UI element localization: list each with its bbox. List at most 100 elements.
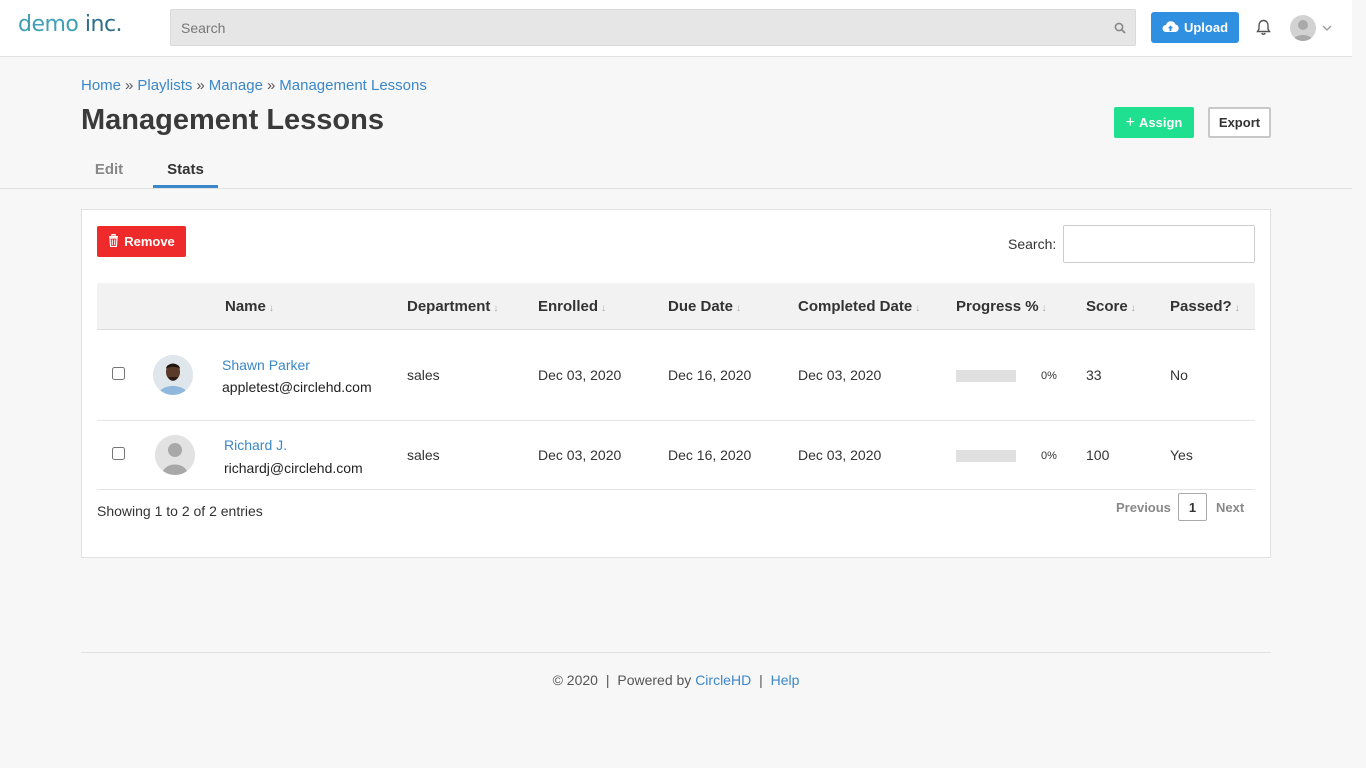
breadcrumb-separator: » xyxy=(266,77,276,94)
tab-stats[interactable]: Stats xyxy=(153,150,218,188)
passed-cell: No xyxy=(1170,367,1188,383)
sort-icon: ↓ xyxy=(1234,303,1240,314)
column-header-label: Name xyxy=(225,298,266,315)
logo-word-inc: inc. xyxy=(84,12,123,37)
column-header-enrolled[interactable]: Enrolled ↓ xyxy=(538,298,606,315)
enrolled-cell: Dec 03, 2020 xyxy=(538,447,622,463)
passed-cell: Yes xyxy=(1170,447,1193,463)
remove-button-label: Remove xyxy=(124,234,175,249)
completed-date-cell: Dec 03, 2020 xyxy=(798,447,882,463)
tab-bar: Edit Stats xyxy=(0,150,1352,189)
column-header-label: Enrolled xyxy=(538,298,599,315)
breadcrumb-manage[interactable]: Manage xyxy=(209,77,263,94)
table-search-input[interactable] xyxy=(1064,226,1254,262)
column-header-label: Completed Date xyxy=(798,298,913,315)
score-cell: 100 xyxy=(1086,447,1110,463)
column-header-progress[interactable]: Progress % ↓ xyxy=(956,298,1047,315)
footer-separator: | xyxy=(605,672,610,688)
department-cell: sales xyxy=(407,367,440,383)
completed-date-cell: Dec 03, 2020 xyxy=(798,367,882,383)
progress-percent: 0% xyxy=(1041,370,1057,382)
breadcrumb-home[interactable]: Home xyxy=(81,77,121,94)
sort-icon: ↓ xyxy=(736,303,742,314)
user-name-cell: Shawn Parker xyxy=(222,357,310,373)
column-header-label: Score xyxy=(1086,298,1128,315)
global-search-input[interactable] xyxy=(171,10,1135,45)
assign-button-label: Assign xyxy=(1139,115,1183,130)
trash-icon xyxy=(108,233,119,250)
user-menu[interactable] xyxy=(1290,15,1332,41)
row-select-checkbox[interactable] xyxy=(112,367,125,380)
company-logo[interactable]: demo inc. xyxy=(18,12,123,37)
bell-icon[interactable] xyxy=(1256,19,1271,41)
user-email: appletest@circlehd.com xyxy=(222,379,372,395)
table-info: Showing 1 to 2 of 2 entries xyxy=(97,503,263,519)
upload-button-label: Upload xyxy=(1183,20,1229,35)
progress-bar xyxy=(956,450,1016,462)
sort-icon: ↓ xyxy=(601,303,607,314)
column-header-name[interactable]: Name ↓ xyxy=(225,298,274,315)
table-row: Richard J. richardj@circlehd.com sales D… xyxy=(97,421,1255,490)
table-search-label: Search: xyxy=(1008,236,1057,252)
footer: © 2020 | Powered by CircleHD | Help xyxy=(0,672,1352,688)
footer-separator: | xyxy=(759,672,763,688)
breadcrumb-separator: » xyxy=(125,77,134,94)
pagination-page-1[interactable]: 1 xyxy=(1178,493,1207,521)
column-header-score[interactable]: Score ↓ xyxy=(1086,298,1136,315)
table-search xyxy=(1063,225,1255,263)
column-header-label: Progress % xyxy=(956,298,1039,315)
progress-bar xyxy=(956,370,1016,382)
sort-icon: ↓ xyxy=(1130,303,1136,314)
pagination-next[interactable]: Next xyxy=(1216,500,1244,515)
enrolled-cell: Dec 03, 2020 xyxy=(538,367,622,383)
assign-button[interactable]: + Assign xyxy=(1114,107,1194,138)
top-navbar: demo inc. Upload xyxy=(0,0,1352,57)
breadcrumb-playlists[interactable]: Playlists xyxy=(137,77,192,94)
footer-help-link[interactable]: Help xyxy=(771,672,800,688)
export-button[interactable]: Export xyxy=(1208,107,1271,138)
search-icon[interactable] xyxy=(1114,21,1126,39)
breadcrumb-current[interactable]: Management Lessons xyxy=(279,77,427,94)
progress-percent: 0% xyxy=(1041,450,1057,462)
global-search xyxy=(170,9,1136,46)
user-avatar-placeholder xyxy=(155,435,195,475)
sort-icon: ↓ xyxy=(915,303,921,314)
user-photo xyxy=(153,355,193,395)
user-name-cell: Richard J. xyxy=(224,437,287,453)
table-row: Shawn Parker appletest@circlehd.com sale… xyxy=(97,330,1255,421)
footer-copyright: © 2020 xyxy=(552,672,598,688)
column-header-passed[interactable]: Passed? ↓ xyxy=(1170,298,1240,315)
row-select-checkbox[interactable] xyxy=(112,447,125,460)
remove-button[interactable]: Remove xyxy=(97,226,186,257)
upload-button[interactable]: Upload xyxy=(1151,12,1239,43)
pagination-previous[interactable]: Previous xyxy=(1116,500,1171,515)
score-cell: 33 xyxy=(1086,367,1102,383)
logo-word-demo: demo xyxy=(18,12,79,37)
cloud-upload-icon xyxy=(1162,20,1179,36)
due-date-cell: Dec 16, 2020 xyxy=(668,367,752,383)
due-date-cell: Dec 16, 2020 xyxy=(668,447,752,463)
breadcrumb-separator: » xyxy=(196,77,205,94)
sort-icon: ↓ xyxy=(1041,303,1047,314)
plus-icon: + xyxy=(1125,113,1135,131)
department-cell: sales xyxy=(407,447,440,463)
column-header-due-date[interactable]: Due Date ↓ xyxy=(668,298,741,315)
column-header-department[interactable]: Department ↓ xyxy=(407,298,498,315)
sort-icon: ↓ xyxy=(493,303,499,314)
page-title: Management Lessons xyxy=(81,104,384,136)
page-scrollbar[interactable] xyxy=(1352,0,1366,768)
footer-divider xyxy=(81,652,1271,653)
sort-icon: ↓ xyxy=(268,303,274,314)
user-name-link[interactable]: Richard J. xyxy=(224,437,287,453)
tab-edit[interactable]: Edit xyxy=(81,150,137,188)
column-header-label: Due Date xyxy=(668,298,734,315)
table-header: Name ↓ Department ↓ Enrolled ↓ Due Date ↓ Co… xyxy=(97,283,1255,330)
stats-panel: Remove Search: Name ↓ Department ↓ Enrolle… xyxy=(81,209,1271,558)
user-name-link[interactable]: Shawn Parker xyxy=(222,357,310,373)
user-avatar xyxy=(1290,15,1316,41)
chevron-down-icon xyxy=(1322,19,1332,37)
footer-brand-link[interactable]: CircleHD xyxy=(695,672,751,688)
user-email: richardj@circlehd.com xyxy=(224,460,363,476)
column-header-completed-date[interactable]: Completed Date ↓ xyxy=(798,298,920,315)
column-header-label: Department xyxy=(407,298,491,315)
